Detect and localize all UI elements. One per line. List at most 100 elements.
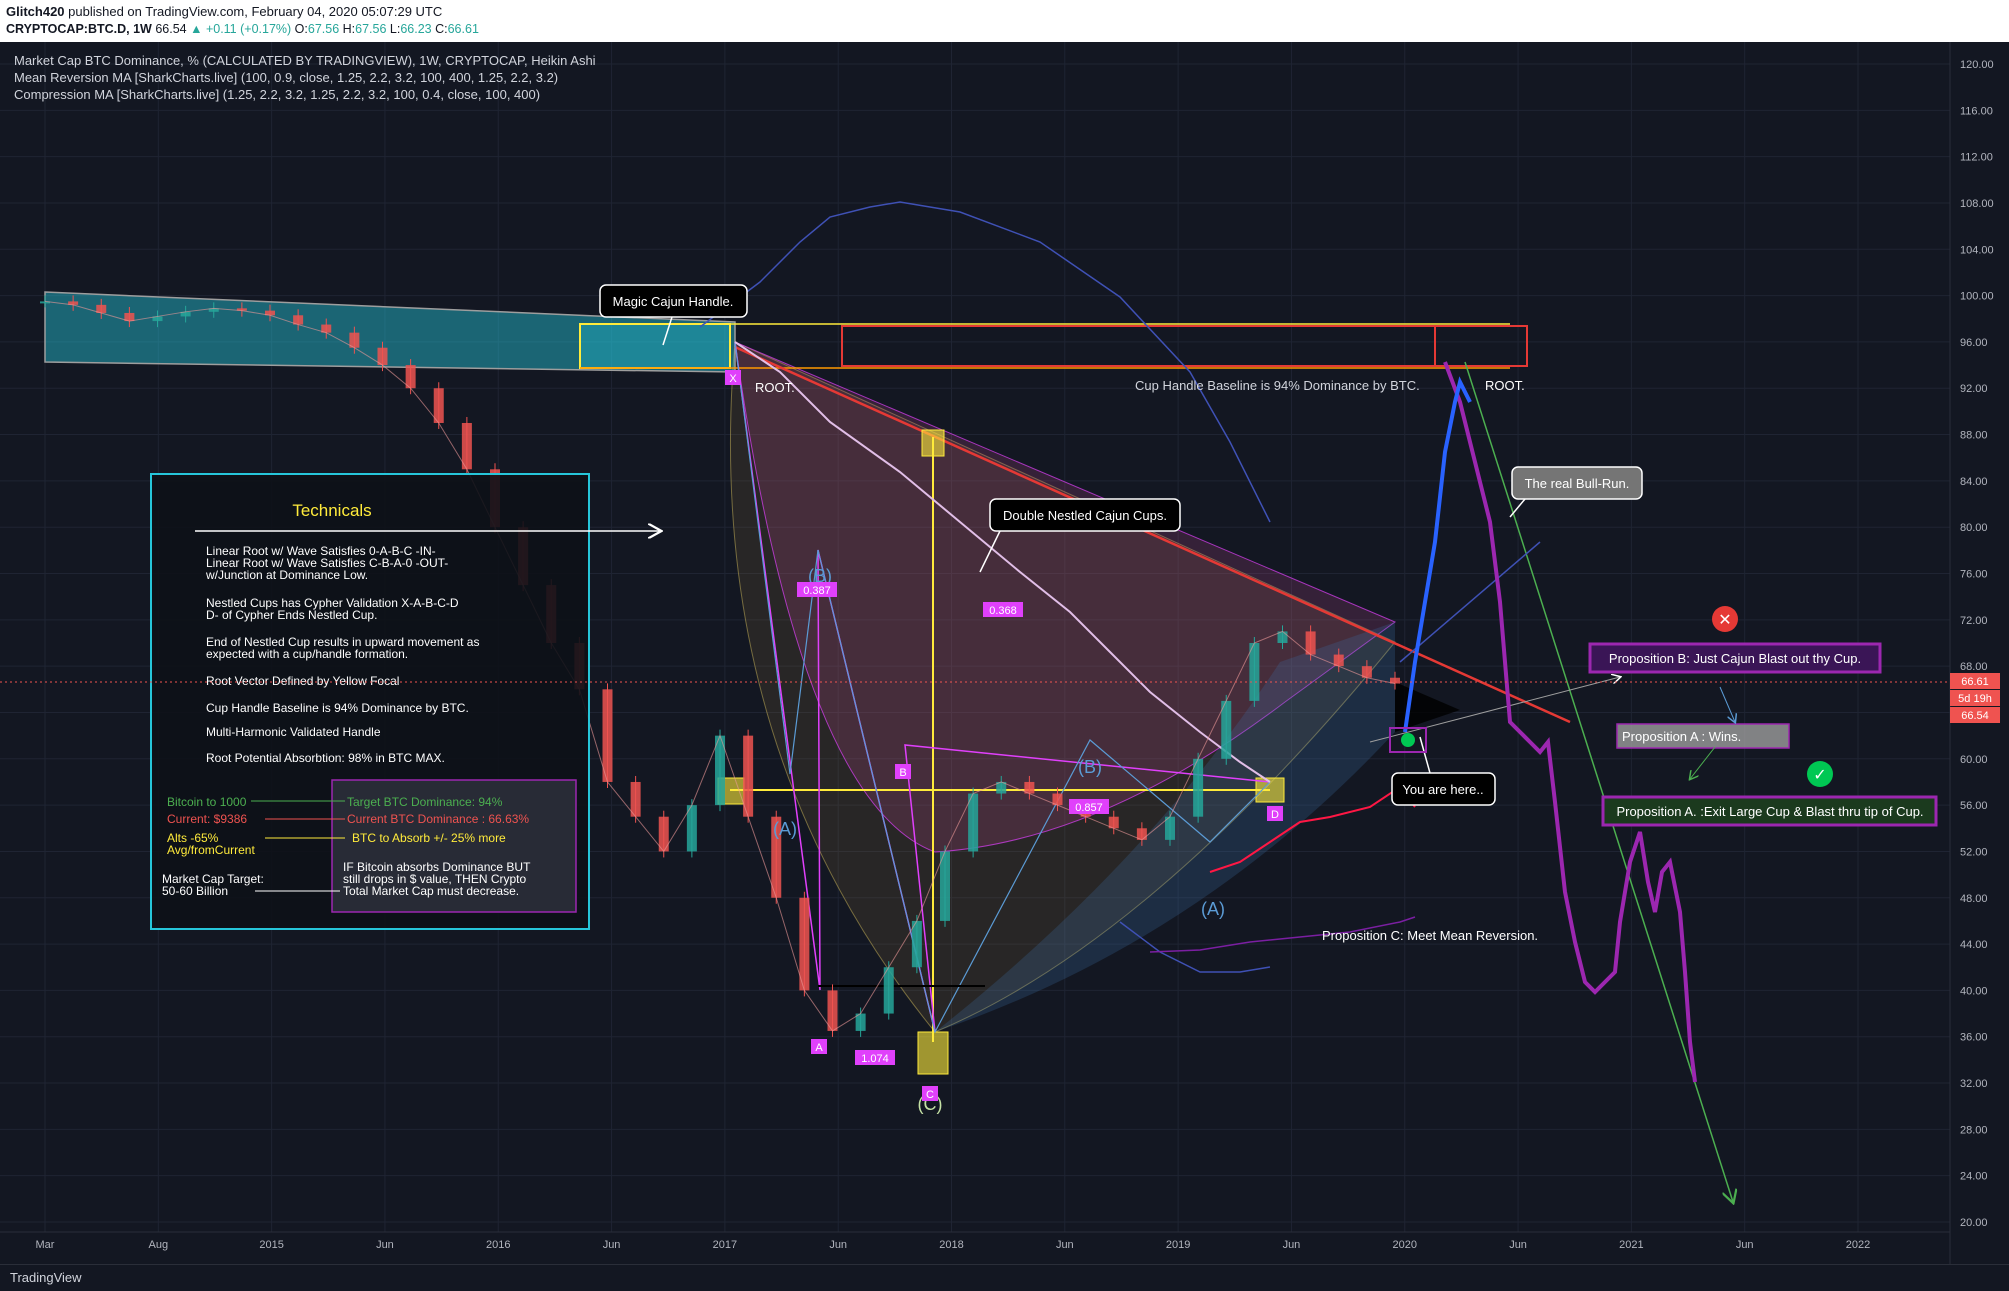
svg-text:0.368: 0.368 <box>989 605 1017 617</box>
root-box-right <box>1434 325 1528 367</box>
label-prop-a: Proposition A. :Exit Large Cup & Blast t… <box>1616 804 1923 819</box>
svg-text:Root Vector Defined by Yellow: Root Vector Defined by Yellow Focal <box>206 674 399 688</box>
svg-text:0.857: 0.857 <box>1075 802 1103 814</box>
arrow-prop-a <box>1690 746 1716 779</box>
label-prop-a-wins: Proposition A : Wins. <box>1622 729 1741 744</box>
header-bar: Glitch420 published on TradingView.com, … <box>0 0 2009 42</box>
x-tick-label: 2020 <box>1393 1239 1417 1251</box>
legend-indicator-1[interactable]: Mean Reversion MA [SharkCharts.live] (10… <box>14 69 596 86</box>
x-tick-label: Jun <box>1736 1239 1754 1251</box>
x-tick-label: Jun <box>603 1239 621 1251</box>
svg-text:0.387: 0.387 <box>803 585 831 597</box>
legend-main[interactable]: Market Cap BTC Dominance, % (CALCULATED … <box>14 52 596 69</box>
svg-text:50-60 Billion: 50-60 Billion <box>162 884 228 898</box>
publish-info: published on TradingView.com, February 0… <box>68 4 443 19</box>
badge-last: 66.61 <box>1961 676 1989 688</box>
svg-text:w/Junction at Dominance Low.: w/Junction at Dominance Low. <box>205 568 368 582</box>
x-tick-label: 2021 <box>1619 1239 1643 1251</box>
svg-text:(A): (A) <box>1201 899 1225 919</box>
box-prop-a-wins: Proposition A : Wins. <box>1616 723 1790 749</box>
label-root-left: ROOT. <box>755 380 795 395</box>
label-magic-handle: Magic Cajun Handle. <box>613 294 734 309</box>
label-bull-run: The real Bull-Run. <box>1525 476 1630 491</box>
svg-text:Target BTC Dominance: 94%: Target BTC Dominance: 94% <box>347 795 503 809</box>
svg-text:✕: ✕ <box>1718 612 1731 629</box>
y-axis: 120.00 116.00 112.00 108.00 104.00 100.00 96.0… <box>1949 42 1994 1264</box>
x-mark-icon: ✕ <box>1712 606 1738 632</box>
x-tick-label: Jun <box>1509 1239 1527 1251</box>
y-tick-label: 96.00 <box>1960 337 1988 349</box>
callout-you-are-here: You are here.. <box>1391 736 1496 806</box>
svg-text:1.074: 1.074 <box>861 1053 889 1065</box>
svg-text:Bitcoin to 1000: Bitcoin to 1000 <box>167 795 247 809</box>
svg-text:(B): (B) <box>1078 757 1102 777</box>
svg-text:Avg/fromCurrent: Avg/fromCurrent <box>167 843 255 857</box>
svg-text:expected with a cup/handle for: expected with a cup/handle formation. <box>206 647 408 661</box>
y-tick-label: 76.00 <box>1960 569 1988 581</box>
y-tick-label: 84.00 <box>1960 476 1988 488</box>
box-prop-a: Proposition A. :Exit Large Cup & Blast t… <box>1601 795 1938 827</box>
close-value: 66.61 <box>447 22 479 36</box>
legend-indicator-2[interactable]: Compression MA [SharkCharts.live] (1.25,… <box>14 86 596 103</box>
x-tick-label: 2015 <box>259 1239 283 1251</box>
svg-text:D: D <box>1271 809 1279 821</box>
low-value: 66.23 <box>400 22 432 36</box>
x-tick-label: Mar <box>36 1239 55 1251</box>
svg-text:X: X <box>729 373 737 385</box>
svg-text:(A): (A) <box>773 819 797 839</box>
y-tick-label: 36.00 <box>1960 1032 1988 1044</box>
svg-text:BTC to Absorb +/- 25% more: BTC to Absorb +/- 25% more <box>352 831 506 845</box>
y-tick-label: 100.00 <box>1960 291 1994 303</box>
badge-time: 5d 19h <box>1958 693 1992 705</box>
y-tick-label: 88.00 <box>1960 430 1988 442</box>
svg-text:Multi-Harmonic Validated Handl: Multi-Harmonic Validated Handle <box>206 725 381 739</box>
x-tick-label: 2019 <box>1166 1239 1190 1251</box>
svg-text:A: A <box>815 1042 823 1054</box>
label-baseline: Cup Handle Baseline is 94% Dominance by … <box>1135 378 1420 393</box>
svg-text:✓: ✓ <box>1813 767 1826 784</box>
y-tick-label: 60.00 <box>1960 754 1988 766</box>
svg-text:B: B <box>899 767 906 779</box>
technicals-panel: Technicals Linear Root w/ Wave Satisfies… <box>150 473 660 930</box>
label-prop-b: Proposition B: Just Cajun Blast out thy … <box>1609 651 1861 666</box>
y-tick-label: 52.00 <box>1960 846 1988 858</box>
check-mark-icon: ✓ <box>1807 761 1833 787</box>
chart-svg[interactable]: Magic Cajun Handle. Double Nestled Cajun… <box>0 42 2009 1264</box>
handle-box <box>579 323 731 369</box>
label-double-cups: Double Nestled Cajun Cups. <box>1003 508 1167 523</box>
svg-text:Root Potential Absorbtion: 98%: Root Potential Absorbtion: 98% in BTC MA… <box>206 751 445 765</box>
y-tick-label: 80.00 <box>1960 522 1988 534</box>
y-tick-label: 48.00 <box>1960 893 1988 905</box>
footer-bar: TradingView <box>0 1264 2009 1291</box>
svg-text:Cup Handle Baseline is 94% Dom: Cup Handle Baseline is 94% Dominance by … <box>206 701 469 715</box>
x-tick-label: 2017 <box>713 1239 737 1251</box>
svg-text:D- of Cypher Ends Nestled Cup.: D- of Cypher Ends Nestled Cup. <box>206 608 377 622</box>
author-name[interactable]: Glitch420 <box>6 4 65 19</box>
x-tick-label: 2018 <box>939 1239 963 1251</box>
svg-text:Current: $9386: Current: $9386 <box>167 812 247 826</box>
svg-text:Current BTC Dominance : 66.63%: Current BTC Dominance : 66.63% <box>347 812 529 826</box>
symbol-label: CRYPTOCAP:BTC.D, 1W <box>6 22 152 36</box>
open-value: 67.56 <box>307 22 340 36</box>
y-tick-label: 56.00 <box>1960 800 1988 812</box>
label-you-are-here: You are here.. <box>1402 782 1483 797</box>
yellow-focal-bottom <box>917 1031 949 1075</box>
x-tick-label: 2022 <box>1846 1239 1870 1251</box>
y-tick-label: 92.00 <box>1960 383 1988 395</box>
x-tick-label: Jun <box>376 1239 394 1251</box>
label-root-right: ROOT. <box>1485 378 1525 393</box>
y-tick-label: 108.00 <box>1960 198 1994 210</box>
x-axis: Mar Aug 2015 Jun 2016 Jun 2017 Jun 2018 Jun 2019 Ju… <box>0 1231 1950 1251</box>
tradingview-logo[interactable]: TradingView <box>10 1270 82 1285</box>
y-tick-label: 116.00 <box>1960 105 1993 117</box>
chart-area[interactable]: Magic Cajun Handle. Double Nestled Cajun… <box>0 42 2009 1264</box>
y-tick-label: 120.00 <box>1960 59 1994 71</box>
svg-text:C: C <box>926 1089 934 1101</box>
badge-close: 66.54 <box>1961 710 1989 722</box>
y-tick-label: 20.00 <box>1960 1217 1988 1229</box>
y-tick-label: 24.00 <box>1960 1171 1988 1183</box>
x-tick-label: Jun <box>829 1239 847 1251</box>
publish-line: Glitch420 published on TradingView.com, … <box>6 4 442 19</box>
x-tick-label: Jun <box>1283 1239 1301 1251</box>
y-tick-label: 112.00 <box>1960 152 1993 164</box>
